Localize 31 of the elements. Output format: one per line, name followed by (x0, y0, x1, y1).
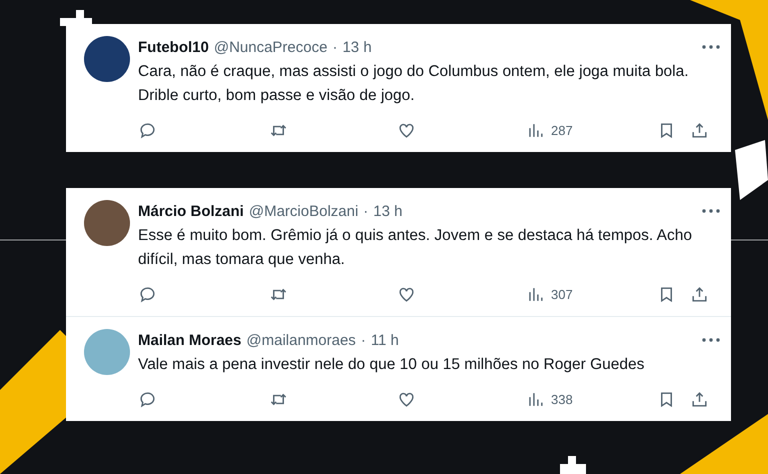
share-icon[interactable] (690, 390, 709, 408)
user-handle[interactable]: @MarcioBolzani (248, 202, 358, 220)
user-name[interactable]: Futebol10 (138, 38, 209, 56)
reply-icon[interactable] (138, 284, 157, 304)
view-count: 338 (551, 392, 573, 406)
separator-dot: · (360, 332, 366, 348)
post-time: 13 h (373, 202, 402, 220)
tweet-text: Esse é muito bom. Grêmio já o quis antes. Jovem e se destaca há tempos. Acho difícil, mas tomara que venha. (138, 226, 693, 270)
share-icon[interactable] (690, 284, 709, 304)
reply-icon[interactable] (138, 120, 157, 140)
reply-icon[interactable] (138, 390, 157, 408)
tweet-text: Cara, não é craque, mas assisti o jogo do Columbus ontem, ele joga muita bola. Drible curto, bom passe e visão de jogo. (138, 62, 690, 106)
post-time: 13 h (342, 38, 372, 56)
more-options-icon[interactable] (702, 338, 720, 342)
view-count: 287 (551, 122, 573, 138)
more-options-icon[interactable] (702, 209, 720, 213)
view-count: 307 (551, 286, 573, 302)
user-handle[interactable]: @NuncaPrecoce (214, 38, 328, 56)
user-name[interactable]: Márcio Bolzani (138, 202, 244, 220)
user-name[interactable]: Mailan Moraes (138, 332, 242, 348)
avatar[interactable] (84, 36, 130, 82)
user-handle[interactable]: @mailanmoraes (246, 332, 356, 348)
post-time: 11 h (370, 332, 399, 348)
share-icon[interactable] (690, 120, 709, 140)
stripe-shape (735, 140, 768, 200)
more-options-icon[interactable] (702, 45, 720, 49)
avatar[interactable] (84, 200, 130, 246)
separator-dot: · (363, 202, 368, 220)
cross-shape (560, 456, 586, 474)
tweet-text: Vale mais a pena investir nele do que 10 ou 15 milhões no Roger Guedes (138, 355, 646, 375)
separator-dot: · (332, 38, 338, 56)
